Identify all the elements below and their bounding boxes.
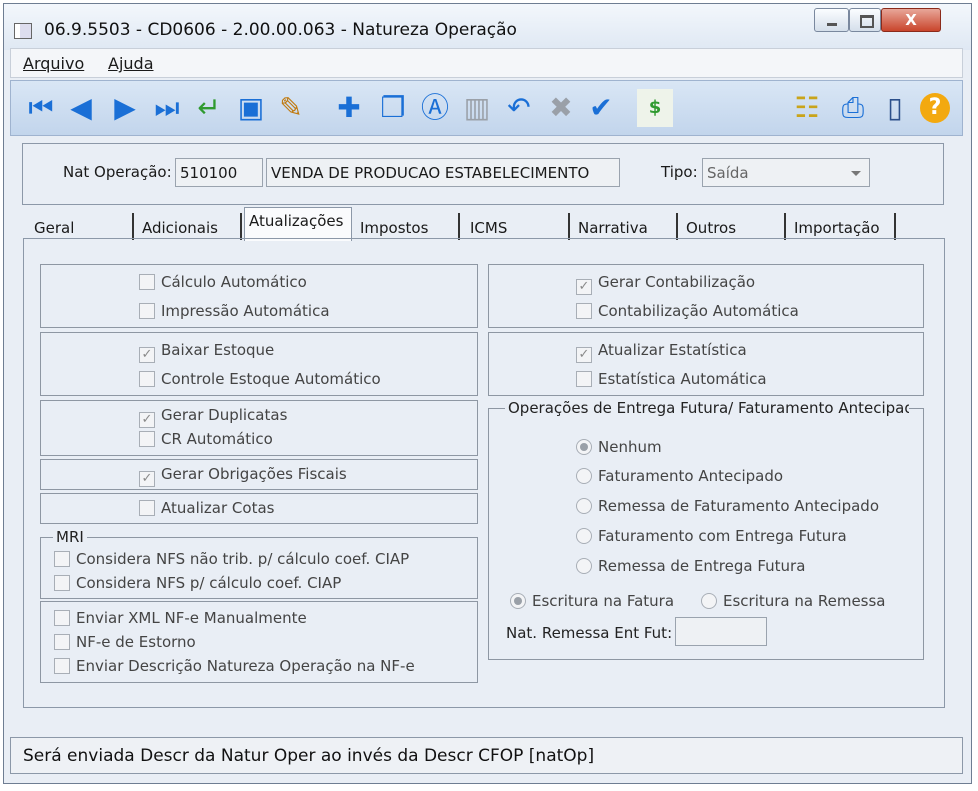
atualizar-cotas-checkbox[interactable]: Atualizar Cotas [139,499,274,519]
next-icon[interactable]: ▶ [107,89,143,127]
controle-estoque-checkbox[interactable]: Controle Estoque Automático [139,370,381,390]
group-mri: MRI Considera NFS não trib. p/ cálculo c… [40,528,478,599]
atualizacoes-panel: Cálculo Automático Impressão Automática … [23,238,945,708]
menu-arquivo[interactable]: Arquivo [23,54,84,73]
considera-nfs-ciap-checkbox[interactable]: Considera NFS p/ cálculo coef. CIAP [54,574,341,594]
estatistica-automatica-checkbox[interactable]: Estatística Automática [576,370,767,390]
group-obrigacoes: ✓ Gerar Obrigações Fiscais [40,459,478,490]
minimize-button[interactable] [814,8,849,32]
cr-automatico-checkbox[interactable]: CR Automático [139,430,273,450]
window-title: 06.9.5503 - CD0606 - 2.00.00.063 - Natur… [44,20,517,40]
preview-icon[interactable]: ▣ [233,89,269,127]
nfe-estorno-checkbox[interactable]: NF-e de Estorno [54,633,196,653]
replace-icon[interactable]: Ⓐ [417,89,453,127]
considera-nfs-nao-trib-checkbox[interactable]: Considera NFS não trib. p/ cálculo coef.… [54,550,409,570]
tab-adicionais[interactable]: Adicionais [138,213,242,240]
baixar-estoque-checkbox[interactable]: ✓ Baixar Estoque [139,341,274,363]
menu-bar: Arquivo Ajuda [10,48,963,78]
tab-importacao[interactable]: Importação [790,213,896,240]
form-area: Nat Operação: 510100 VENDA DE PRODUCAO E… [10,140,963,736]
nat-operacao-code-field[interactable]: 510100 [175,158,263,187]
nat-remessa-label: Nat. Remessa Ent Fut: [506,624,673,642]
group-nfe: Enviar XML NF-e Manualmente NF-e de Esto… [40,601,478,683]
radio-faturamento-antecipado[interactable]: Faturamento Antecipado [576,467,783,487]
delete-icon[interactable]: ▥ [459,89,495,127]
group-duplicatas: ✓ Gerar Duplicatas CR Automático [40,400,478,456]
radio-faturamento-entrega-futura[interactable]: Faturamento com Entrega Futura [576,527,847,547]
enviar-xml-checkbox[interactable]: Enviar XML NF-e Manualmente [54,609,307,629]
last-icon[interactable]: ⏭ [149,89,185,127]
group-cotas: Atualizar Cotas [40,493,478,524]
contabilizacao-automatica-checkbox[interactable]: Contabilização Automática [576,302,799,322]
group-calculo: Cálculo Automático Impressão Automática [40,264,478,328]
help-icon[interactable]: ? [917,89,953,127]
radio-escritura-remessa[interactable]: Escritura na Remessa [701,592,886,612]
maximize-button[interactable] [849,8,881,32]
toolbar: ⏮ ◀ ▶ ⏭ ↵ ▣ ✎ ✚ ❐ Ⓐ ▥ ↶ ✖ ✔ $ ☷ ⎙ ▯ ? [10,80,963,136]
exit-icon[interactable]: ▯ [877,89,913,127]
status-text: Será enviada Descr da Natur Oper ao invé… [23,746,595,766]
radio-nenhum[interactable]: Nenhum [576,438,662,458]
radio-remessa-entrega-futura[interactable]: Remessa de Entrega Futura [576,557,805,577]
radio-remessa-faturamento-antecipado[interactable]: Remessa de Faturamento Antecipado [576,497,879,517]
status-bar: Será enviada Descr da Natur Oper ao invé… [10,737,963,774]
undo-icon[interactable]: ↶ [501,89,537,127]
tab-icms[interactable]: ICMS [466,213,570,240]
entrega-futura-legend: Operações de Entrega Futura/ Faturamento… [505,399,909,417]
dollar-icon[interactable]: $ [637,89,673,127]
tab-geral[interactable]: Geral [30,213,134,240]
nat-remessa-field[interactable] [675,617,767,646]
atualizar-estatistica-checkbox[interactable]: ✓ Atualizar Estatística [576,341,747,363]
impressao-automatica-checkbox[interactable]: Impressão Automática [139,302,330,322]
tipo-select[interactable]: Saída [702,158,870,187]
tab-atualizacoes[interactable]: Atualizações [244,207,352,241]
copy-icon[interactable]: ❐ [375,89,411,127]
gerar-obrigacoes-checkbox[interactable]: ✓ Gerar Obrigações Fiscais [139,465,347,487]
prev-icon[interactable]: ◀ [63,89,99,127]
tab-narrativa[interactable]: Narrativa [574,213,678,240]
group-estatistica: ✓ Atualizar Estatística Estatística Autom… [488,332,924,396]
radio-escritura-fatura[interactable]: Escritura na Fatura [510,592,674,612]
tree-icon[interactable]: ☷ [789,89,825,127]
calculo-automatico-checkbox[interactable]: Cálculo Automático [139,273,307,293]
gerar-contabilizacao-checkbox[interactable]: ✓ Gerar Contabilização [576,273,755,295]
group-entrega-futura: Operações de Entrega Futura/ Faturamento… [488,399,924,660]
cancel-icon[interactable]: ✖ [543,89,579,127]
nat-operacao-desc-field: VENDA DE PRODUCAO ESTABELECIMENTO [266,158,620,187]
print-icon[interactable]: ⎙ [835,89,871,127]
app-icon [14,23,32,39]
confirm-icon[interactable]: ✔ [583,89,619,127]
title-bar: 06.9.5503 - CD0606 - 2.00.00.063 - Natur… [4,4,971,50]
first-icon[interactable]: ⏮ [23,89,59,127]
tab-strip: Geral Adicionais Atualizações Impostos I… [30,207,910,241]
header-box: Nat Operação: 510100 VENDA DE PRODUCAO E… [22,143,944,205]
group-contabilizacao: ✓ Gerar Contabilização Contabilização Aut… [488,264,924,328]
help-label: ? [920,93,950,123]
nat-operacao-label: Nat Operação: [63,163,172,181]
new-icon[interactable]: ✚ [331,89,367,127]
enter-icon[interactable]: ↵ [191,89,227,127]
enviar-descricao-checkbox[interactable]: Enviar Descrição Natureza Operação na NF… [54,657,415,677]
menu-ajuda[interactable]: Ajuda [108,54,154,73]
group-estoque: ✓ Baixar Estoque Controle Estoque Automát… [40,332,478,396]
gerar-duplicatas-checkbox[interactable]: ✓ Gerar Duplicatas [139,406,287,428]
tab-impostos[interactable]: Impostos [356,213,460,240]
close-button[interactable]: X [881,8,941,32]
mri-legend: MRI [53,528,87,546]
edit-icon[interactable]: ✎ [273,89,309,127]
tipo-label: Tipo: [661,163,698,181]
tab-outros[interactable]: Outros [682,213,786,240]
